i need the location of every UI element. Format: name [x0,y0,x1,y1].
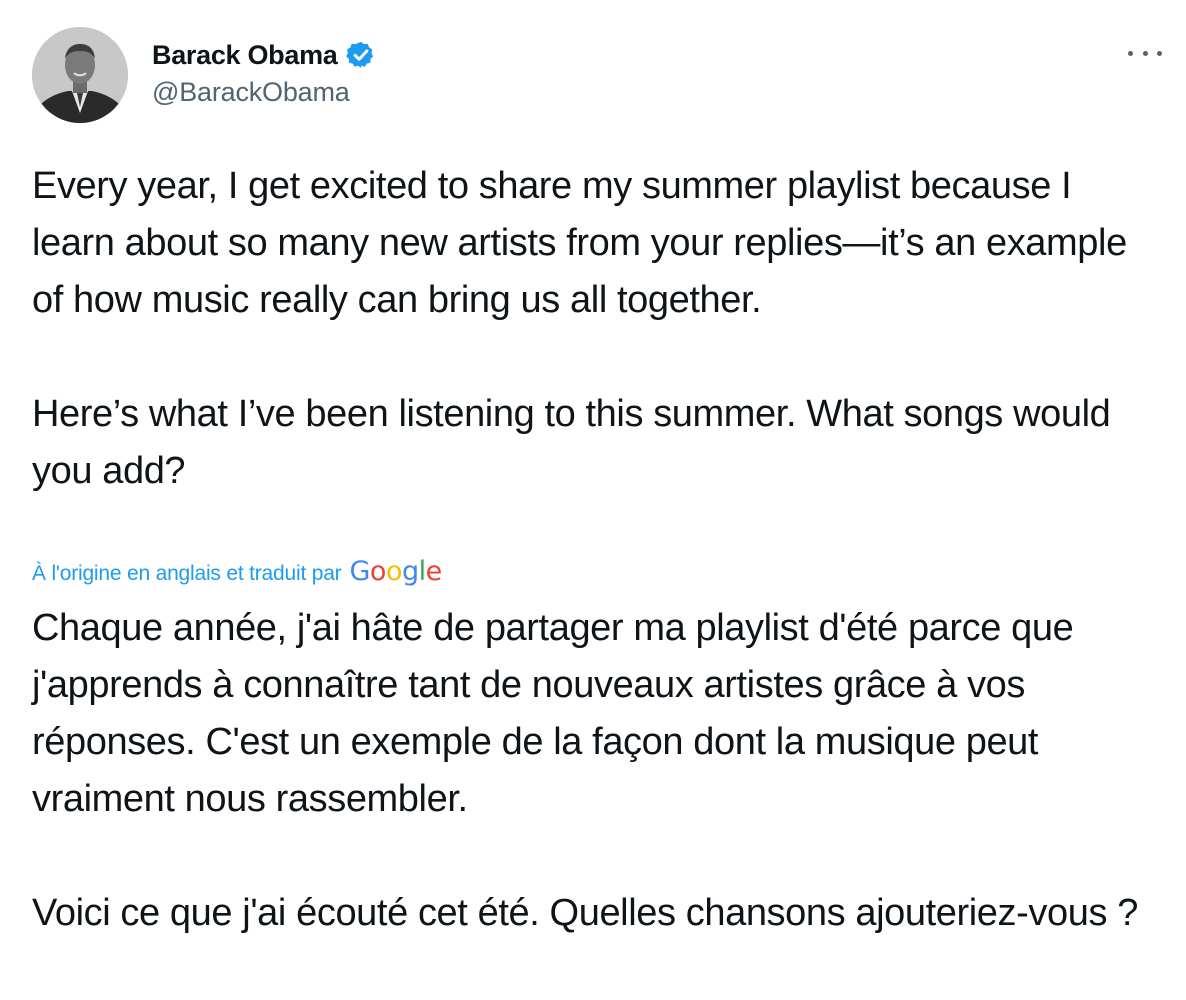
author-names: Barack Obama @BarackObama [152,37,376,108]
google-logo: Google [349,556,442,587]
dot-icon [1142,50,1148,56]
display-name-row: Barack Obama [152,37,376,73]
profile-photo [32,27,128,123]
more-options-icon[interactable] [1128,43,1162,63]
dot-icon [1157,50,1162,56]
dot-icon [1128,50,1133,56]
author-handle[interactable]: @BarackObama [152,77,376,108]
tweet-header: Barack Obama @BarackObama [32,27,1162,125]
display-name[interactable]: Barack Obama [152,40,338,71]
translation-note-label: À l'origine en anglais et traduit par [32,562,342,585]
avatar[interactable] [32,27,128,123]
tweet: Barack Obama @BarackObama Every year, I … [0,0,1186,1000]
tweet-text: Every year, I get excited to share my su… [32,165,1127,492]
verified-badge-icon [345,41,373,69]
translation-note[interactable]: À l'origine en anglais et traduit par Go… [32,556,442,590]
translated-text: Chaque année, j'ai hâte de partager ma p… [32,607,1138,934]
